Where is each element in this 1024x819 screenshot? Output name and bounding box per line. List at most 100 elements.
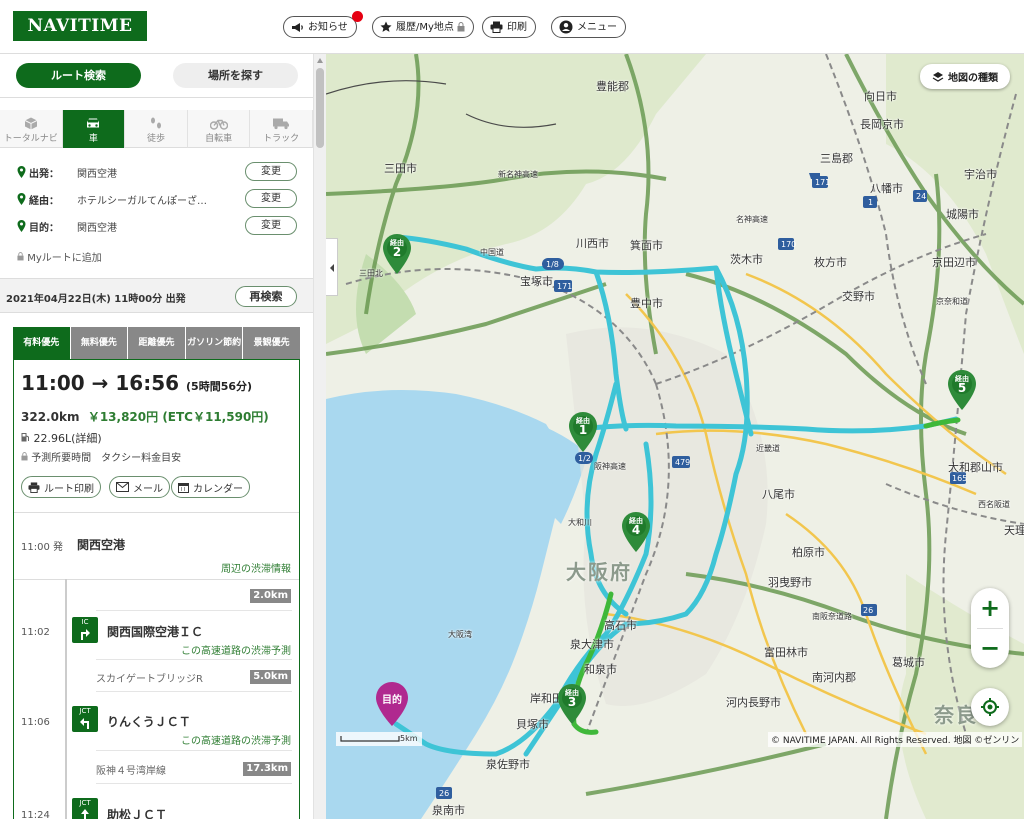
location-pin-icon (17, 193, 26, 205)
nearby-traffic-link[interactable]: 周辺の渋滞情報 (221, 560, 291, 575)
map-label: 川西市 (576, 237, 609, 250)
map-type-button[interactable]: 地図の種類 (920, 64, 1010, 89)
waypoint-label: 経由： (29, 195, 59, 207)
map-label: 柏原市 (792, 546, 825, 559)
top-header: NAVITIME お知らせ 履歴/My地点 印刷 メニュー (0, 0, 1024, 54)
mode-bicycle[interactable]: 自転車 (187, 110, 251, 148)
fuel-row[interactable]: 22.96L(詳細) (21, 430, 102, 446)
route-print-button[interactable]: ルート印刷 (21, 476, 101, 498)
waypoint-pin-number: 2 (392, 245, 402, 259)
research-button[interactable]: 再検索 (235, 286, 297, 307)
megaphone-icon (292, 22, 303, 32)
priority-scenic[interactable]: 景観優先 (243, 327, 300, 359)
route-number: 26 (439, 789, 450, 798)
mode-truck[interactable]: トラック (250, 110, 313, 148)
add-my-route-link[interactable]: Myルートに追加 (17, 249, 102, 264)
mail-label: メール (133, 483, 163, 495)
route-search-tab[interactable]: ルート検索 (16, 63, 141, 88)
map-label: 城陽市 (946, 208, 979, 221)
waypoint-pin-number: 1 (578, 423, 588, 437)
traffic-forecast-link[interactable]: この高速道路の渋滞予測 (181, 642, 291, 657)
mode-total-navi[interactable]: トータルナビ (0, 110, 63, 148)
zoom-out-button[interactable]: − (971, 628, 1009, 668)
scroll-up-arrow[interactable] (317, 58, 323, 63)
route-number: 170 (781, 240, 797, 249)
route-number: 26 (863, 606, 874, 615)
footprint-icon (150, 117, 161, 129)
mode-car[interactable]: 車 (62, 110, 126, 148)
user-circle-icon (559, 20, 573, 34)
zoom-in-button[interactable]: + (971, 588, 1009, 628)
traffic-forecast-link[interactable]: この高速道路の渋滞予測 (181, 732, 291, 747)
step-place[interactable]: 関西国際空港ＩＣ (107, 623, 203, 640)
distance-and-toll: 322.0km ￥13,820円 (ETC￥11,590円) (21, 408, 269, 425)
mode-walk[interactable]: 徒歩 (125, 110, 188, 148)
waypoint-pin-number: 3 (567, 695, 577, 709)
waypoint-pin-number: 4 (631, 523, 641, 537)
notice-button[interactable]: お知らせ (283, 11, 363, 38)
current-location-button[interactable] (971, 688, 1009, 726)
menu-label: メニュー (577, 21, 617, 33)
waypoint-pin-1[interactable]: 経由 1 (569, 412, 597, 452)
change-origin-button[interactable]: 変更 (245, 162, 297, 181)
scroll-thumb[interactable] (316, 68, 324, 148)
etc-toll-fee: (ETC￥11,590円) (162, 410, 269, 424)
navitime-logo[interactable]: NAVITIME (13, 11, 147, 41)
history-button[interactable]: 履歴/My地点 (372, 16, 474, 38)
lock-icon (21, 452, 28, 461)
waypoint-pin-5[interactable]: 経由 5 (948, 370, 976, 410)
priority-distance[interactable]: 距離優先 (128, 327, 185, 359)
map-label: 西名阪道 (978, 500, 1010, 509)
panel-scrollbar[interactable] (313, 54, 326, 819)
map-label: 和泉市 (584, 663, 617, 676)
priority-free[interactable]: 無料優先 (70, 327, 128, 359)
route-map[interactable]: 豊能郡 向日市 長岡京市 三島郡 八幡市 宇治市 城陽市 京田辺市 三田市 新名… (326, 54, 1024, 819)
map-label: 泉南市 (432, 804, 465, 817)
step-place[interactable]: 助松ＪＣＴ (107, 806, 167, 819)
destination-pin-label: 目的 (382, 695, 402, 706)
menu-button[interactable]: メニュー (551, 16, 626, 38)
map-label: 大和川 (568, 518, 592, 527)
map-label: 高石市 (604, 619, 637, 632)
map-label: 枚方市 (814, 256, 847, 269)
priority-toll[interactable]: 有料優先 (13, 327, 70, 359)
lock-icon (457, 22, 465, 32)
map-label: 豊能郡 (596, 80, 629, 93)
waypoint-pin-4[interactable]: 経由 4 (622, 512, 650, 552)
turn-left-arrow-icon (80, 718, 89, 729)
destination-pin[interactable]: 目的 (376, 682, 408, 726)
map-label: 交野市 (842, 290, 875, 303)
calendar-button[interactable]: カレンダー (171, 476, 250, 498)
mail-button[interactable]: メール (109, 476, 170, 498)
map-scale: 5km (336, 732, 422, 746)
route-number: 1/8 (546, 260, 559, 269)
map-label: 河内長野市 (726, 696, 781, 709)
route-panel: ルート検索 場所を探す トータルナビ 車 徒歩 自転車 トラック 出発： 関西空… (0, 54, 313, 819)
turn-right-arrow-icon (81, 629, 90, 640)
waypoint-pin-2[interactable]: 経由 2 (383, 234, 411, 274)
map-type-label: 地図の種類 (948, 73, 998, 84)
print-button[interactable]: 印刷 (482, 16, 536, 38)
step-place[interactable]: りんくうＪＣＴ (107, 713, 191, 730)
mode-label: 自転車 (205, 134, 233, 144)
jct-badge-label: JCT (79, 707, 91, 715)
map-scale-label: 5km (400, 734, 418, 743)
location-pin-icon (17, 166, 26, 178)
waypoint-pin-3[interactable]: 経由 3 (558, 684, 586, 724)
ic-badge-label: IC (81, 618, 89, 626)
start-time: 11:00 発 (21, 542, 63, 553)
collapse-panel-button[interactable] (326, 238, 338, 296)
find-place-tab[interactable]: 場所を探す (173, 63, 298, 88)
start-place[interactable]: 関西空港 (77, 536, 125, 553)
divider (14, 512, 299, 513)
change-destination-button[interactable]: 変更 (245, 216, 297, 235)
add-my-route-label: Myルートに追加 (27, 253, 102, 264)
map-label: 天理 (1004, 524, 1024, 537)
map-label: 大阪府 (566, 560, 632, 584)
change-waypoint-button[interactable]: 変更 (245, 189, 297, 208)
prediction-note: 予測所要時間 タクシー料金目安 (21, 449, 181, 464)
origin-value: 関西空港 (77, 168, 117, 180)
map-copyright: © NAVITIME JAPAN. All Rights Reserved. 地… (768, 732, 1023, 747)
priority-fuel[interactable]: ガソリン節約 (185, 327, 243, 359)
zoom-control: + − (971, 588, 1009, 668)
